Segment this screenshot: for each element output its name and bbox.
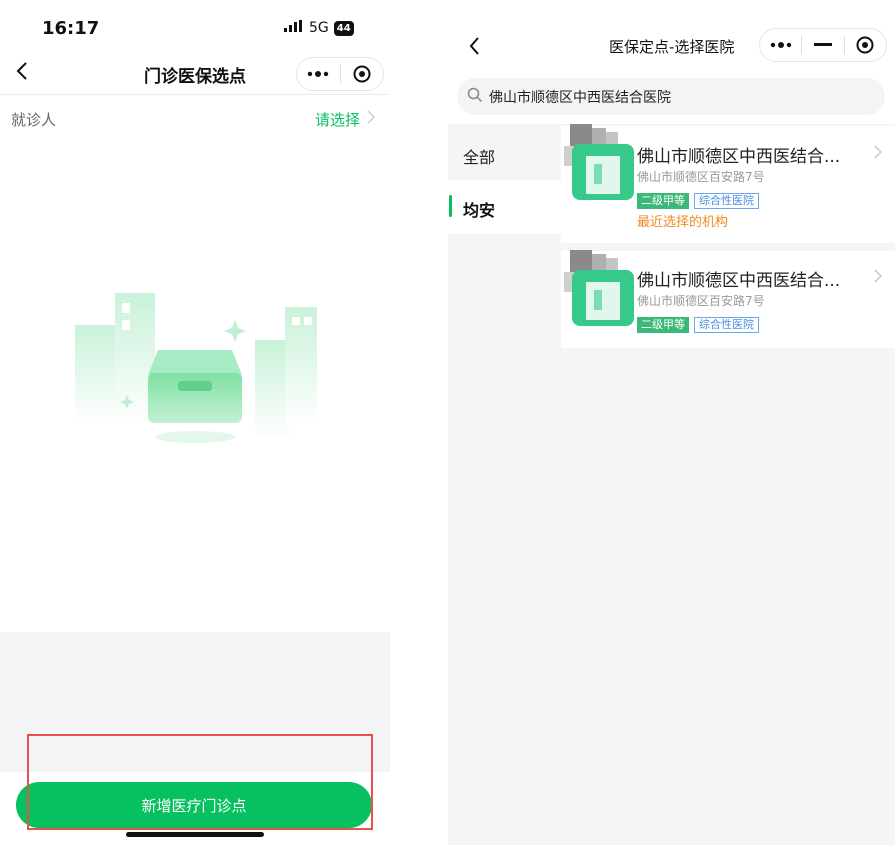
hospital-tags: 二级甲等 综合性医院	[637, 189, 759, 209]
chevron-right-icon[interactable]	[874, 268, 883, 287]
chevron-right-icon[interactable]	[367, 110, 376, 128]
battery-icon: 44	[333, 20, 354, 36]
nav-divider	[0, 94, 390, 95]
hospital-name: 佛山市顺德区中西医结合...	[637, 147, 841, 167]
more-icon[interactable]	[297, 58, 340, 90]
grade-tag: 二级甲等	[637, 317, 689, 333]
status-bar-right: 5G 44	[284, 20, 354, 36]
hospital-tags: 二级甲等 综合性医院	[637, 313, 759, 333]
back-icon[interactable]	[466, 34, 484, 58]
type-tag: 综合性医院	[694, 317, 759, 333]
search-input[interactable]: 佛山市顺德区中西医结合医院	[457, 78, 885, 115]
hospital-logo	[564, 124, 638, 200]
page-title: 医保定点-选择医院	[609, 38, 735, 56]
highlight-box	[27, 734, 373, 830]
patient-label: 就诊人	[11, 111, 57, 129]
search-icon	[467, 87, 483, 107]
category-all[interactable]: 全部	[463, 144, 495, 168]
hospital-address: 佛山市顺德区百安路7号	[637, 294, 765, 308]
chevron-right-icon[interactable]	[874, 144, 883, 163]
category-active-indicator	[449, 195, 452, 217]
network-type: 5G	[309, 20, 329, 36]
minimize-icon[interactable]	[802, 29, 843, 61]
hospital-address: 佛山市顺德区百安路7号	[637, 170, 765, 184]
hospital-name: 佛山市顺德区中西医结合...	[637, 271, 841, 291]
hospital-logo	[564, 250, 638, 326]
home-indicator	[126, 832, 264, 837]
patient-select[interactable]: 请选择	[315, 109, 360, 130]
close-target-icon[interactable]	[845, 29, 886, 61]
mini-program-capsule	[296, 57, 384, 91]
close-target-icon[interactable]	[341, 58, 384, 90]
empty-state-illustration	[70, 285, 320, 455]
category-junan[interactable]: 均安	[463, 197, 495, 221]
status-time: 16:17	[42, 18, 100, 39]
mini-program-capsule	[759, 28, 887, 62]
grade-tag: 二级甲等	[637, 193, 689, 209]
search-value: 佛山市顺德区中西医结合医院	[489, 89, 671, 106]
type-tag: 综合性医院	[694, 193, 759, 209]
recent-choice-note: 最近选择的机构	[637, 215, 729, 230]
more-icon[interactable]	[760, 29, 801, 61]
signal-icon	[284, 20, 304, 36]
